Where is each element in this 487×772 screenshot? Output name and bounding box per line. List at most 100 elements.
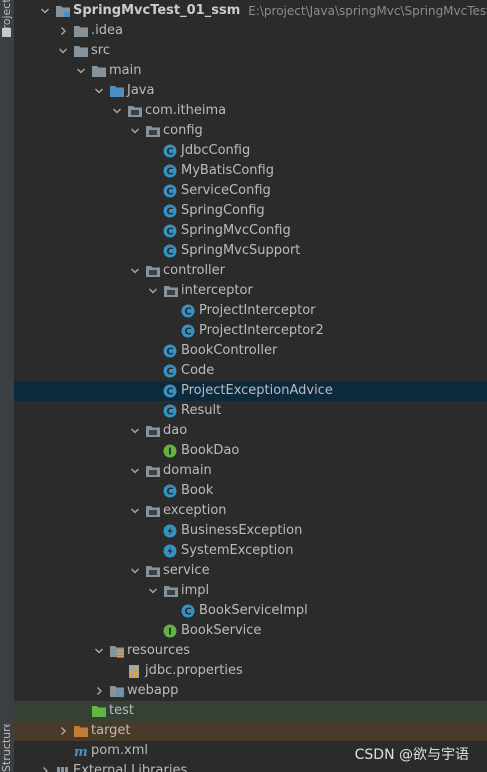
tree-node-projectinterceptor[interactable]: C ProjectInterceptor <box>14 301 487 321</box>
tree-node-label: SpringMvcConfig <box>181 223 291 238</box>
collapse-arrow-icon[interactable] <box>126 121 144 141</box>
tree-node-test[interactable]: test <box>14 701 487 721</box>
tree-node-label: config <box>163 123 203 138</box>
tree-node-bookserviceimpl[interactable]: C BookServiceImpl <box>14 601 487 621</box>
expand-arrow-icon[interactable] <box>90 681 108 701</box>
tree-node-serviceconfig[interactable]: C ServiceConfig <box>14 181 487 201</box>
structure-tool-tab[interactable]: Structure <box>0 724 14 772</box>
svg-text:C: C <box>184 307 191 318</box>
tree-node-book[interactable]: C Book <box>14 481 487 501</box>
class-icon: C <box>162 241 180 261</box>
tree-node-springconfig[interactable]: C SpringConfig <box>14 201 487 221</box>
package-icon <box>144 121 162 141</box>
tree-node-springmvcsupport[interactable]: C SpringMvcSupport <box>14 241 487 261</box>
tree-node-mybatisconfig[interactable]: C MyBatisConfig <box>14 161 487 181</box>
tree-node-idea[interactable]: .idea <box>14 21 487 41</box>
tree-node-config[interactable]: config <box>14 121 487 141</box>
tree-node-label: interceptor <box>181 283 253 298</box>
tree-node-businessexception[interactable]: BusinessException <box>14 521 487 541</box>
tree-node-label: SystemException <box>181 543 294 558</box>
tree-node-dao[interactable]: dao <box>14 421 487 441</box>
class-icon: C <box>162 161 180 181</box>
collapse-arrow-icon[interactable] <box>126 421 144 441</box>
tree-node-impl[interactable]: impl <box>14 581 487 601</box>
properties-file-icon <box>126 661 144 681</box>
class-icon: C <box>162 221 180 241</box>
collapse-arrow-icon[interactable] <box>108 101 126 121</box>
collapse-arrow-icon[interactable] <box>126 461 144 481</box>
collapse-arrow-icon[interactable] <box>126 561 144 581</box>
svg-text:C: C <box>166 147 173 158</box>
tree-node-jdbc-properties[interactable]: jdbc.properties <box>14 661 487 681</box>
tree-node-com-itheima[interactable]: com.itheima <box>14 101 487 121</box>
tree-node-projectexceptionadvice[interactable]: C ProjectExceptionAdvice <box>14 381 487 401</box>
collapse-arrow-icon[interactable] <box>54 41 72 61</box>
collapse-arrow-icon[interactable] <box>126 261 144 281</box>
tree-node-resources[interactable]: resources <box>14 641 487 661</box>
tree-node-label: SpringConfig <box>181 203 265 218</box>
class-icon: C <box>162 401 180 421</box>
tree-node-label: SpringMvcTest_01_ssm <box>73 3 241 18</box>
expand-arrow-icon[interactable] <box>36 761 54 772</box>
tree-node-label: controller <box>163 263 226 278</box>
tree-node-domain[interactable]: domain <box>14 461 487 481</box>
package-icon <box>144 461 162 481</box>
tree-node-code[interactable]: C Code <box>14 361 487 381</box>
exception-class-icon <box>162 541 180 561</box>
tree-node-springmvcconfig[interactable]: C SpringMvcConfig <box>14 221 487 241</box>
expand-arrow-icon[interactable] <box>54 721 72 741</box>
tree-node-springmvctest-01-ssm[interactable]: SpringMvcTest_01_ssm E:\project\Java\spri… <box>14 1 487 21</box>
svg-text:C: C <box>166 367 173 378</box>
tree-node-label: JdbcConfig <box>181 143 251 158</box>
tree-node-jdbcconfig[interactable]: C JdbcConfig <box>14 141 487 161</box>
class-icon: C <box>180 321 198 341</box>
folder-icon <box>90 61 108 81</box>
tree-node-controller[interactable]: controller <box>14 261 487 281</box>
tree-node-label: SpringMvcSupport <box>181 243 301 258</box>
tree-node-projectinterceptor2[interactable]: C ProjectInterceptor2 <box>14 321 487 341</box>
tree-node-webapp[interactable]: webapp <box>14 681 487 701</box>
svg-text:C: C <box>166 387 173 398</box>
tree-node-target[interactable]: target <box>14 721 487 741</box>
tree-node-java[interactable]: Java <box>14 81 487 101</box>
tree-node-result[interactable]: C Result <box>14 401 487 421</box>
tree-node-label: Java <box>127 83 155 98</box>
expand-arrow-icon[interactable] <box>54 21 72 41</box>
collapse-arrow-icon[interactable] <box>126 501 144 521</box>
tree-node-interceptor[interactable]: interceptor <box>14 281 487 301</box>
collapse-arrow-icon[interactable] <box>144 581 162 601</box>
tree-node-service[interactable]: service <box>14 561 487 581</box>
test-folder-icon <box>90 701 108 721</box>
class-icon: C <box>162 181 180 201</box>
tree-node-label: target <box>91 723 131 738</box>
tree-node-src[interactable]: src <box>14 41 487 61</box>
source-folder-icon <box>108 81 126 101</box>
tree-node-main[interactable]: main <box>14 61 487 81</box>
tree-node-bookdao[interactable]: I BookDao <box>14 441 487 461</box>
tree-node-label: dao <box>163 423 188 438</box>
tree-node-systemexception[interactable]: SystemException <box>14 541 487 561</box>
collapse-arrow-icon[interactable] <box>144 281 162 301</box>
folder-icon <box>72 41 90 61</box>
collapse-arrow-icon[interactable] <box>90 81 108 101</box>
collapse-arrow-icon[interactable] <box>36 1 54 21</box>
folder-icon <box>72 21 90 41</box>
tree-node-label: .idea <box>91 23 123 38</box>
tree-node-label: exception <box>163 503 227 518</box>
tree-node-bookcontroller[interactable]: C BookController <box>14 341 487 361</box>
collapse-arrow-icon[interactable] <box>90 641 108 661</box>
collapse-arrow-icon[interactable] <box>72 61 90 81</box>
project-tool-tab-icon <box>2 28 11 37</box>
project-tree: SpringMvcTest_01_ssm E:\project\Java\spri… <box>14 0 487 772</box>
tree-node-exception[interactable]: exception <box>14 501 487 521</box>
tree-node-bookservice[interactable]: I BookService <box>14 621 487 641</box>
